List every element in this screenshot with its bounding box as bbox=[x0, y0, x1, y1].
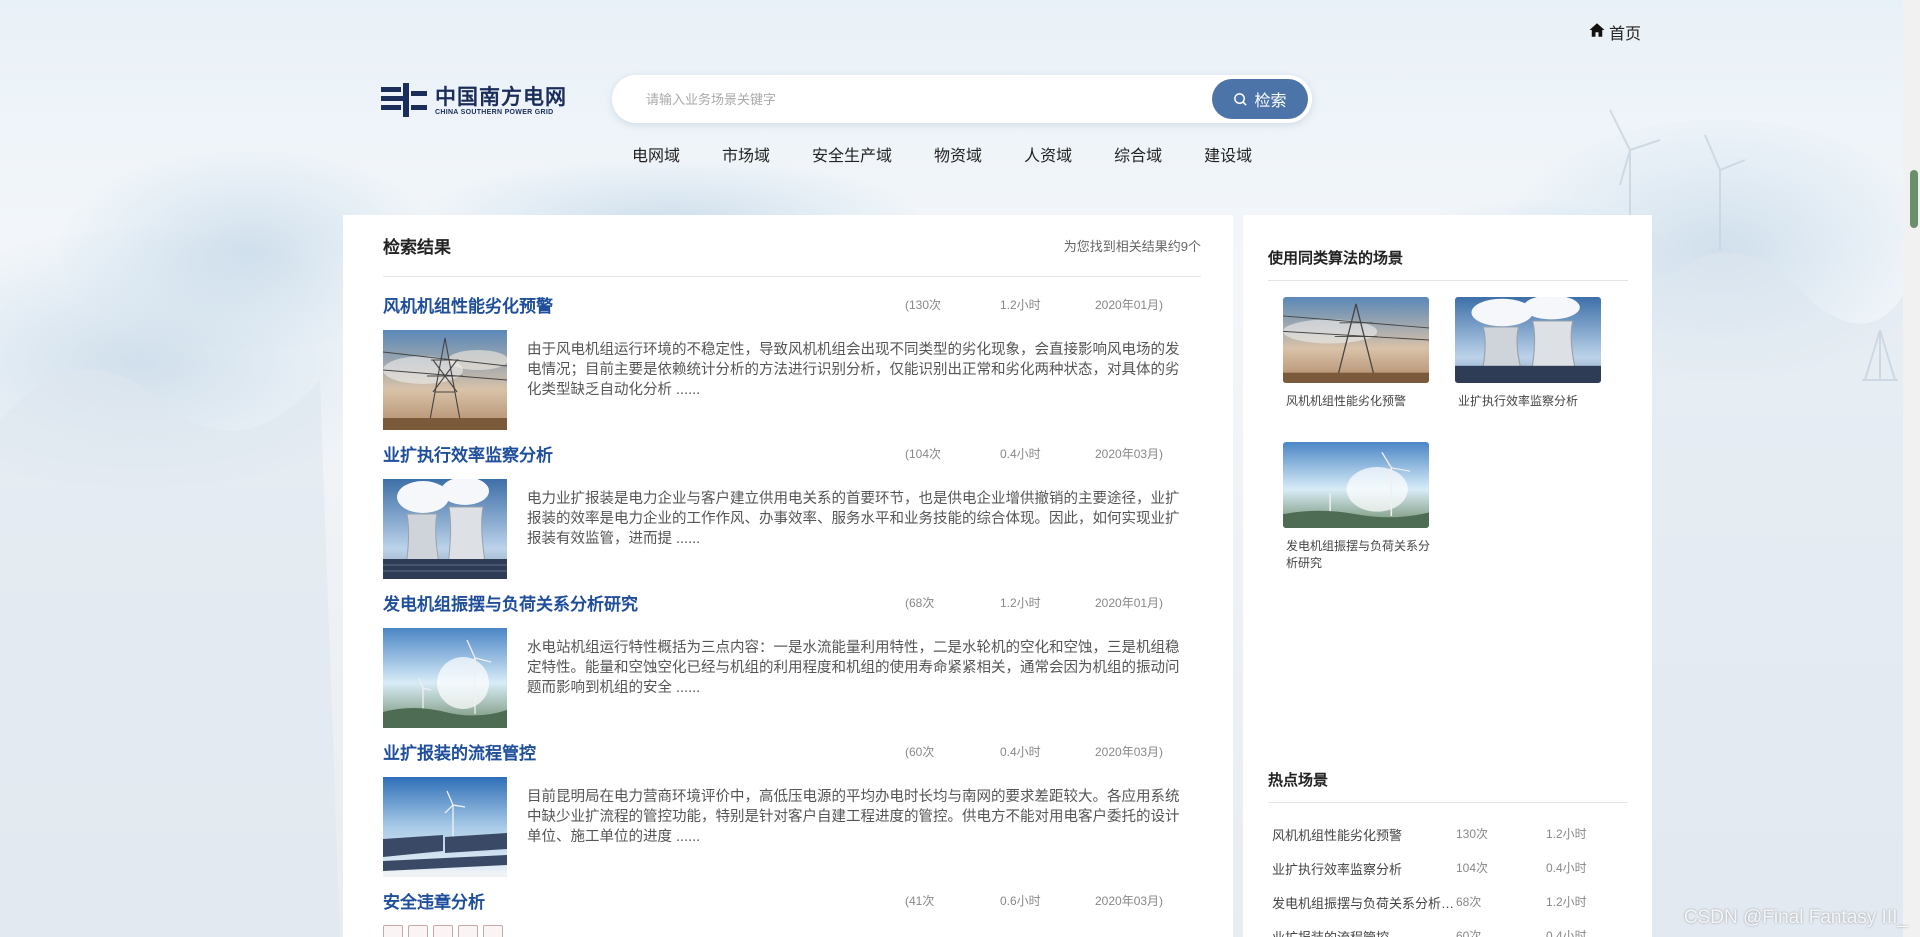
search-button[interactable]: 检索 bbox=[1212, 79, 1308, 119]
hot-scene-duration: 1.2小时 bbox=[1546, 827, 1587, 841]
csg-logo-icon bbox=[381, 83, 427, 117]
result-item: 业扩报装的流程管控 (60次 0.4小时 2020年03月) 目前昆明局在电力营… bbox=[383, 739, 1193, 877]
result-meta: (130次 1.2小时 2020年01月) bbox=[905, 296, 1163, 313]
hot-scene-views: 104次 bbox=[1456, 861, 1489, 875]
result-thumbnail[interactable] bbox=[383, 777, 507, 877]
domain-nav: 电网域 市场域 安全生产域 物资域 人资域 综合域 建设域 bbox=[632, 142, 1294, 166]
result-description: 由于风电机组运行环境的不稳定性，导致风机机组会出现不同类型的劣化现象，会直接影响… bbox=[527, 342, 1180, 398]
search-icon bbox=[1234, 92, 1248, 106]
results-header: 检索结果 为您找到相关结果约9个 bbox=[383, 215, 1201, 277]
result-date: 2020年01月) bbox=[1095, 298, 1164, 312]
similar-scene-label: 业扩执行效率监察分析 bbox=[1458, 394, 1579, 408]
result-item: 风机机组性能劣化预警 (130次 1.2小时 2020年01月) 由于风电机组运… bbox=[383, 292, 1193, 430]
similar-scene-card[interactable]: 业扩执行效率监察分析 bbox=[1455, 297, 1605, 410]
result-item: 安全违章分析 (41次 0.6小时 2020年03月) bbox=[383, 888, 1193, 913]
similar-scene-label: 发电机组振摆与负荷关系分析研究 bbox=[1286, 539, 1431, 570]
result-duration: 0.4小时 bbox=[1000, 447, 1041, 461]
search-box: 检索 bbox=[612, 75, 1312, 123]
nav-item-grid[interactable]: 电网域 bbox=[632, 142, 680, 166]
result-duration: 1.2小时 bbox=[1000, 596, 1041, 610]
result-description: 水电站机组运行特性概括为三点内容：一是水流能量利用特性，二是水轮机的空化和空蚀，… bbox=[527, 640, 1180, 696]
similar-scenes-title: 使用同类算法的场景 bbox=[1268, 247, 1628, 281]
scrollbar-thumb[interactable] bbox=[1910, 170, 1918, 228]
result-item: 业扩执行效率监察分析 (104次 0.4小时 2020年03月) 电力业扩报装是… bbox=[383, 441, 1193, 579]
hot-scene-row[interactable]: 业扩报装的流程管控 60次 0.4小时 bbox=[1272, 927, 1606, 937]
results-count: 为您找到相关结果约9个 bbox=[1063, 239, 1201, 254]
result-date: 2020年03月) bbox=[1095, 894, 1164, 908]
result-thumbnail[interactable] bbox=[383, 330, 507, 430]
hot-scene-duration: 0.4小时 bbox=[1546, 929, 1587, 937]
nav-item-general[interactable]: 综合域 bbox=[1114, 142, 1162, 166]
similar-scene-label: 风机机组性能劣化预警 bbox=[1286, 394, 1407, 408]
result-views: (41次 bbox=[905, 894, 935, 908]
result-item: 发电机组振摆与负荷关系分析研究 (68次 1.2小时 2020年01月) 水电站… bbox=[383, 590, 1193, 728]
nav-item-safety[interactable]: 安全生产域 bbox=[812, 142, 892, 166]
hot-scene-duration: 1.2小时 bbox=[1546, 895, 1587, 909]
logo-text-en: CHINA SOUTHERN POWER GRID bbox=[435, 108, 554, 116]
result-thumbnail[interactable] bbox=[383, 479, 507, 579]
hot-scene-name: 风机机组性能劣化预警 bbox=[1272, 828, 1403, 843]
result-date: 2020年01月) bbox=[1095, 596, 1164, 610]
hot-scene-views: 60次 bbox=[1456, 929, 1482, 937]
home-link[interactable]: 首页 bbox=[1588, 20, 1641, 44]
side-panel: 使用同类算法的场景 风机机组性能劣化预警 业扩执行效率监察分析 发电机组振摆与负… bbox=[1243, 215, 1652, 937]
similar-scene-thumbnail bbox=[1283, 442, 1429, 528]
search-button-label: 检索 bbox=[1254, 93, 1287, 110]
result-thumbnail-partial bbox=[383, 925, 503, 937]
hot-scene-duration: 0.4小时 bbox=[1546, 861, 1587, 875]
result-description: 电力业扩报装是电力企业与客户建立供用电关系的首要环节，也是供电企业增供撤销的主要… bbox=[527, 491, 1180, 547]
hot-scene-row[interactable]: 发电机组振摆与负荷关系分析研究 68次 1.2小时 bbox=[1272, 893, 1606, 912]
nav-item-materials[interactable]: 物资域 bbox=[934, 142, 982, 166]
search-input[interactable] bbox=[612, 75, 1212, 123]
hot-scene-views: 68次 bbox=[1456, 895, 1482, 909]
similar-scene-card[interactable]: 发电机组振摆与负荷关系分析研究 bbox=[1283, 442, 1433, 572]
similar-scene-thumbnail bbox=[1455, 297, 1601, 383]
hot-scenes-title: 热点场景 bbox=[1268, 769, 1628, 803]
similar-scene-thumbnail bbox=[1283, 297, 1429, 383]
similar-scene-card[interactable]: 风机机组性能劣化预警 bbox=[1283, 297, 1433, 410]
hot-scene-name: 业扩报装的流程管控 bbox=[1272, 927, 1456, 937]
result-meta: (104次 0.4小时 2020年03月) bbox=[905, 445, 1163, 462]
result-date: 2020年03月) bbox=[1095, 447, 1164, 461]
hot-scene-views: 130次 bbox=[1456, 827, 1489, 841]
result-views: (104次 bbox=[905, 447, 942, 461]
hot-scene-name: 发电机组振摆与负荷关系分析研究 bbox=[1272, 896, 1456, 911]
nav-item-hr[interactable]: 人资域 bbox=[1024, 142, 1072, 166]
hot-scene-row[interactable]: 业扩执行效率监察分析 104次 0.4小时 bbox=[1272, 859, 1606, 878]
result-views: (68次 bbox=[905, 596, 935, 610]
result-duration: 0.4小时 bbox=[1000, 745, 1041, 759]
result-description: 目前昆明局在电力营商环境评价中，高低压电源的平均办电时长均与南网的要求差距较大。… bbox=[527, 789, 1180, 845]
search-results-panel: 检索结果 为您找到相关结果约9个 风机机组性能劣化预警 (130次 1.2小时 … bbox=[343, 215, 1233, 937]
result-meta: (60次 0.4小时 2020年03月) bbox=[905, 743, 1163, 760]
watermark: CSDN @Final Fantasy III_ bbox=[1683, 907, 1908, 928]
result-duration: 1.2小时 bbox=[1000, 298, 1041, 312]
company-logo: 中国南方电网 CHINA SOUTHERN POWER GRID bbox=[381, 83, 567, 119]
hot-scene-name: 业扩执行效率监察分析 bbox=[1272, 862, 1403, 877]
result-meta: (68次 1.2小时 2020年01月) bbox=[905, 594, 1163, 611]
result-meta: (41次 0.6小时 2020年03月) bbox=[905, 892, 1163, 909]
logo-text-cn: 中国南方电网 bbox=[435, 85, 567, 109]
result-duration: 0.6小时 bbox=[1000, 894, 1041, 908]
home-icon bbox=[1588, 21, 1606, 44]
result-date: 2020年03月) bbox=[1095, 745, 1164, 759]
page-scrollbar[interactable] bbox=[1903, 0, 1920, 937]
nav-item-construction[interactable]: 建设域 bbox=[1204, 142, 1252, 166]
hot-scene-row[interactable]: 风机机组性能劣化预警 130次 1.2小时 bbox=[1272, 825, 1606, 844]
home-label: 首页 bbox=[1609, 26, 1642, 43]
results-title: 检索结果 bbox=[383, 238, 451, 257]
result-thumbnail[interactable] bbox=[383, 628, 507, 728]
result-views: (60次 bbox=[905, 745, 935, 759]
nav-item-market[interactable]: 市场域 bbox=[722, 142, 770, 166]
result-views: (130次 bbox=[905, 298, 942, 312]
